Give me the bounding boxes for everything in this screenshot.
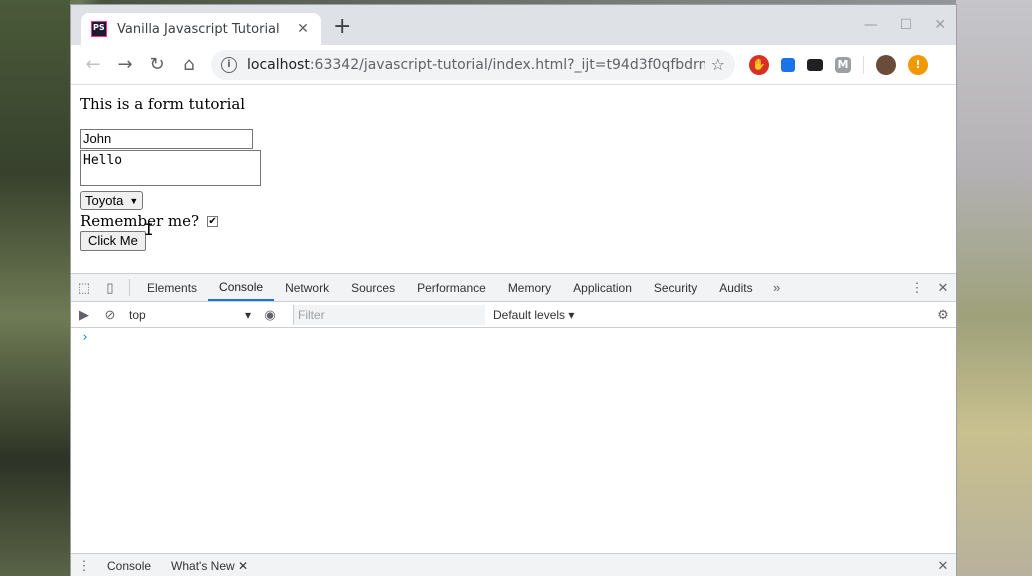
window-controls: — ☐ ✕ [864,17,946,33]
levels-dropdown-icon: ▾ [568,307,575,322]
drawer-actions: ✕ [930,558,956,574]
browser-toolbar: ← → ↻ ⌂ i localhost:63342/javascript-tut… [71,45,956,85]
remember-label: Remember me? [80,212,200,230]
inspect-element-icon[interactable]: ⬚ [71,274,97,301]
update-warning-icon[interactable]: ! [908,54,928,75]
phpstorm-favicon-icon: PS [91,21,107,37]
context-value: top [129,307,146,322]
info-icon[interactable]: i [221,56,237,73]
toolbar-separator [863,55,864,74]
tab-audits[interactable]: Audits [708,274,763,301]
m-extension-icon[interactable]: M [835,56,851,73]
clear-console-icon[interactable]: ⊘ [97,307,123,323]
page-heading: This is a form tutorial [80,95,246,113]
drawer-tab-console[interactable]: Console [97,559,161,573]
desktop-background-left [0,0,70,576]
close-window-icon[interactable]: ✕ [934,17,946,33]
tab-close-icon[interactable]: ✕ [295,21,311,37]
browser-tab[interactable]: PS Vanilla Javascript Tutorial ✕ [81,13,321,45]
drawer-tab-whats-new-label: What's New [171,558,235,573]
context-dropdown-icon: ▾ [244,307,251,322]
name-input[interactable]: John [80,129,253,149]
click-me-button[interactable]: Click Me [80,231,146,251]
tab-security[interactable]: Security [643,274,708,301]
devtools-actions: ⋮ ✕ [891,274,956,301]
devtools-panel: ⬚ ▯ Elements Console Network Sources Per… [71,273,956,576]
live-expression-eye-icon[interactable]: ◉ [257,307,283,323]
colorpicker-extension-icon[interactable] [781,57,795,72]
tab-application[interactable]: Application [562,274,643,301]
log-levels-dropdown[interactable]: Default levels ▾ [493,308,574,322]
tab-title: Vanilla Javascript Tutorial [117,21,280,37]
settings-gear-icon[interactable]: ⚙ [930,307,956,323]
remember-row: Remember me? ✔ [80,212,947,230]
message-textarea[interactable]: Hello [80,150,261,186]
desktop-background-right [956,0,1032,576]
console-settings-area: ⚙ [930,307,956,323]
back-arrow-icon[interactable]: ← [77,49,109,81]
close-devtools-icon[interactable]: ✕ [930,280,956,296]
devtools-divider [129,279,130,296]
url-path: :63342/javascript-tutorial/index.html?_i… [309,56,705,73]
levels-label: Default levels [493,307,566,322]
remember-checkbox[interactable]: ✔ [207,215,219,227]
devtools-drawer: ⋮ Console What's New ✕ ✕ [71,553,956,576]
device-toolbar-icon[interactable]: ▯ [97,274,123,301]
drawer-menu-icon[interactable]: ⋮ [71,558,97,574]
extensions-area: ✋ M ! [749,54,928,75]
sidebar-toggle-icon[interactable]: ▶ [71,307,97,323]
more-tabs-icon[interactable]: » [764,274,790,301]
home-icon[interactable]: ⌂ [173,49,205,81]
tab-sources[interactable]: Sources [340,274,406,301]
bookmark-star-icon[interactable]: ☆ [711,55,725,74]
address-bar[interactable]: i localhost:63342/javascript-tutorial/in… [211,49,735,80]
minimize-icon[interactable]: — [864,17,878,33]
maximize-icon[interactable]: ☐ [900,17,913,33]
tab-console[interactable]: Console [208,274,275,301]
tab-performance[interactable]: Performance [406,274,497,301]
reload-icon[interactable]: ↻ [141,49,173,81]
car-select-value: Toyota [85,193,124,208]
forward-arrow-icon[interactable]: → [109,49,141,81]
console-toolbar: ▶ ⊘ top ▾ ◉ Filter Default levels ▾ ⚙ [71,302,956,328]
dropdown-arrow-icon: ▼ [129,195,139,206]
car-select[interactable]: Toyota ▼ [80,191,144,210]
kebab-menu-icon[interactable]: ⋮ [904,280,930,296]
drawer-tab-whats-new[interactable]: What's New ✕ [161,559,258,573]
title-bar: PS Vanilla Javascript Tutorial ✕ + — ☐ ✕ [71,5,956,45]
context-select[interactable]: top ▾ [123,308,257,322]
tab-network[interactable]: Network [274,274,340,301]
devtools-tabbar: ⬚ ▯ Elements Console Network Sources Per… [71,274,956,302]
url-host: localhost [247,56,310,73]
console-filter-input[interactable]: Filter [293,304,485,325]
profile-avatar-icon[interactable] [876,54,896,75]
new-tab-icon[interactable]: + [333,16,351,38]
browser-window: PS Vanilla Javascript Tutorial ✕ + — ☐ ✕… [70,4,957,576]
text-cursor-icon: I [144,220,154,239]
tab-elements[interactable]: Elements [136,274,208,301]
page-content: This is a form tutorial John Hello Toyot… [71,85,956,273]
drawer-tab-close-icon[interactable]: ✕ [238,559,248,573]
screen-extension-icon[interactable] [807,58,823,71]
close-drawer-icon[interactable]: ✕ [930,558,956,574]
tab-memory[interactable]: Memory [497,274,562,301]
console-prompt[interactable]: › [71,328,956,347]
adblock-extension-icon[interactable]: ✋ [749,54,769,75]
